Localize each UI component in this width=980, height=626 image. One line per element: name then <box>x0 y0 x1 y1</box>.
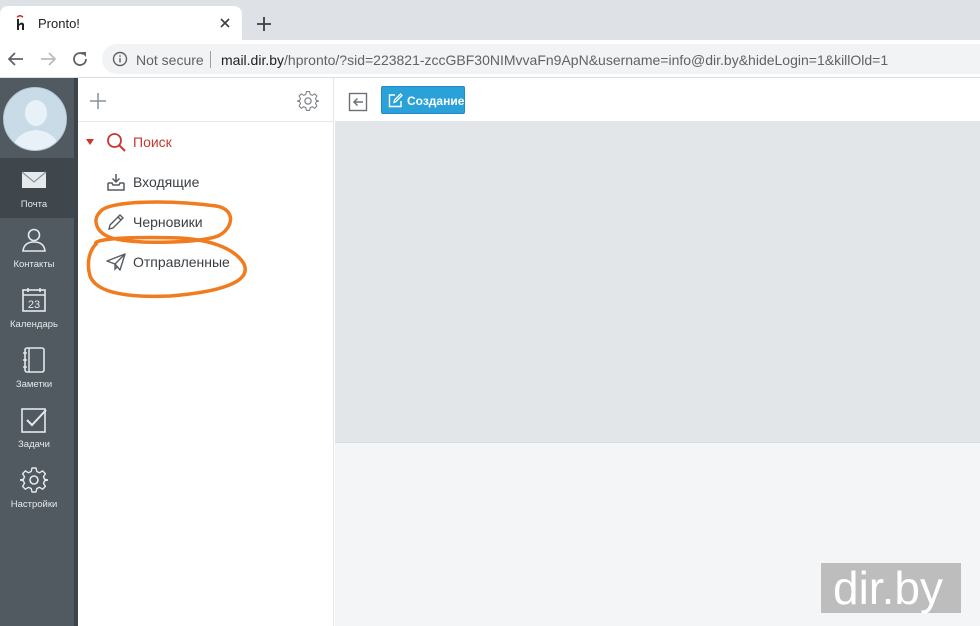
folder-sent[interactable]: Отправленные <box>78 242 334 282</box>
watermark: dir.by <box>821 562 961 614</box>
nav-label-calendar: Календарь <box>10 319 58 330</box>
nav-calendar[interactable]: 23 Календарь <box>0 278 74 338</box>
nav-contacts[interactable]: Контакты <box>0 218 74 278</box>
create-button-label: Создание <box>407 94 465 108</box>
nav-notes[interactable]: Заметки <box>0 338 74 398</box>
avatar[interactable] <box>3 87 67 151</box>
screenshot-root: Pronto! Not secure mail.dir.by/hpronto/?… <box>0 0 980 626</box>
contacts-icon <box>22 228 46 252</box>
compose-icon <box>388 93 403 108</box>
nav-label-settings: Настройки <box>10 499 58 510</box>
folder-label-inbox: Входящие <box>133 174 200 190</box>
calendar-icon: 23 <box>22 288 46 312</box>
new-tab-icon[interactable] <box>254 14 274 34</box>
caret-down-icon[interactable] <box>86 139 94 145</box>
folder-label-drafts: Черновики <box>133 214 203 230</box>
pencil-icon <box>108 214 124 230</box>
nav-tasks[interactable]: Задачи <box>0 398 74 458</box>
forward-arrow-icon[interactable] <box>38 49 58 69</box>
close-tab-icon[interactable] <box>216 14 234 32</box>
url-text[interactable]: mail.dir.by/hpronto/?sid=223821-zccGBF30… <box>221 52 888 68</box>
tasks-icon <box>21 408 47 433</box>
folder-settings-gear-icon[interactable] <box>297 90 319 112</box>
create-message-button[interactable]: Создание <box>381 86 465 114</box>
address-bar[interactable]: Not secure mail.dir.by/hpronto/?sid=2238… <box>102 44 980 74</box>
notes-icon <box>23 347 45 373</box>
nav-label-mail: Почта <box>20 199 48 210</box>
user-silhouette-icon <box>4 88 66 150</box>
nav-mail[interactable]: Почта <box>0 158 74 218</box>
message-list-pane <box>335 122 980 443</box>
pronto-favicon-icon <box>16 15 24 30</box>
back-arrow-icon[interactable] <box>6 49 26 69</box>
folder-drafts[interactable]: Черновики <box>78 202 334 242</box>
browser-toolbar: Not secure mail.dir.by/hpronto/?sid=2238… <box>0 40 980 78</box>
calendar-date: 23 <box>28 299 40 311</box>
inbox-icon <box>107 174 125 191</box>
tab-title: Pronto! <box>38 16 80 31</box>
folder-label-sent: Отправленные <box>133 254 230 270</box>
watermark-text: dir.by <box>833 562 943 614</box>
browser-tab[interactable]: Pronto! <box>0 6 242 40</box>
main-toolbar: Создание <box>335 78 980 122</box>
reload-icon[interactable] <box>70 49 90 69</box>
url-path: /hpronto/?sid=223821-zccGBF30NIMvvaFn9Ap… <box>284 52 889 68</box>
nav-label-contacts: Контакты <box>13 259 55 270</box>
info-icon[interactable] <box>112 51 128 67</box>
folder-pane-header <box>78 78 334 122</box>
search-icon <box>107 133 126 152</box>
main-area: Создание <box>335 78 980 626</box>
app-sidebar: Почта Контакты 23 Календарь Заметки Зада… <box>0 78 78 626</box>
security-status[interactable]: Not secure <box>136 52 204 68</box>
folder-search[interactable]: Поиск <box>78 122 334 162</box>
address-separator <box>210 51 211 68</box>
folder-pane: Поиск Входящие Черновики Отправленные <box>78 78 334 626</box>
envelope-icon <box>21 171 47 188</box>
settings-icon <box>20 467 48 493</box>
add-folder-icon[interactable] <box>89 92 107 110</box>
folder-inbox[interactable]: Входящие <box>78 162 334 202</box>
collapse-panel-icon[interactable] <box>348 92 368 112</box>
folder-label-search: Поиск <box>133 134 172 150</box>
nav-label-tasks: Задачи <box>18 439 50 450</box>
nav-label-notes: Заметки <box>15 379 53 390</box>
browser-tabstrip: Pronto! <box>0 0 980 40</box>
url-host: mail.dir.by <box>221 52 285 68</box>
nav-settings[interactable]: Настройки <box>0 458 74 518</box>
paper-plane-icon <box>106 253 126 271</box>
